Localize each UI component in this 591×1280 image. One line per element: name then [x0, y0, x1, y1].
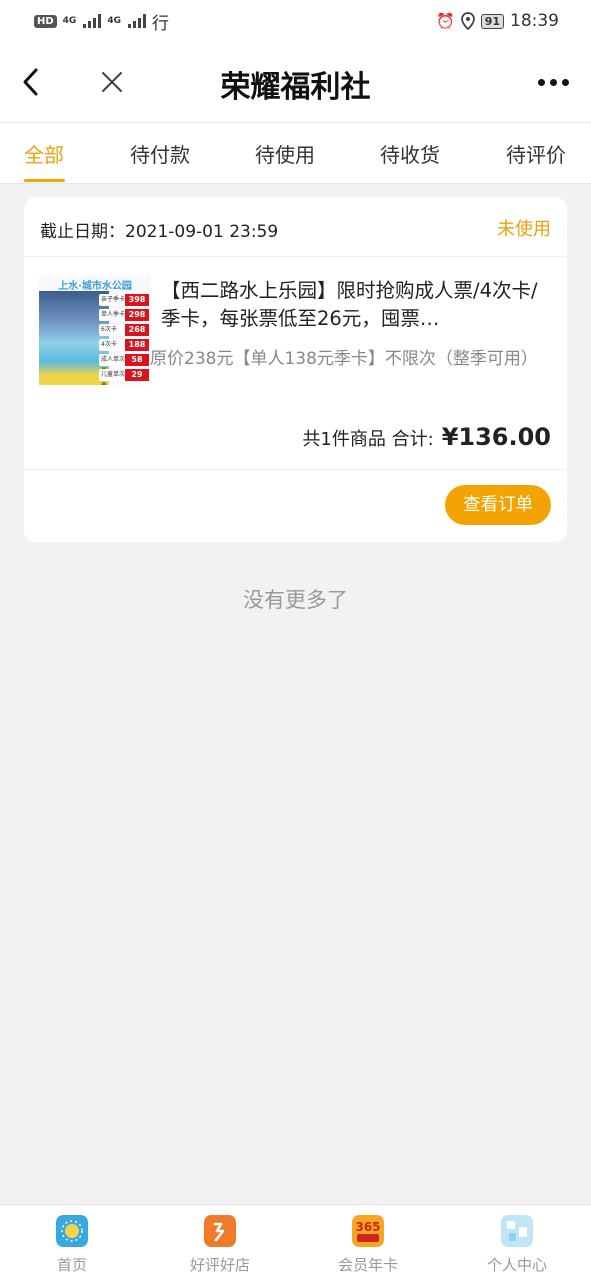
- more-dot-icon: [537, 78, 545, 86]
- bottom-nav: 首页 好评好店 365 会员年卡 个人中心: [0, 1204, 591, 1280]
- shop-icon: [204, 1215, 236, 1247]
- item-count-text: 共1件商品 合计:: [302, 429, 434, 450]
- divider: [24, 469, 567, 470]
- carrier-label: 行: [151, 13, 169, 34]
- bottom-nav-label: 好评好店: [189, 1256, 250, 1274]
- thumbnail-price-row: 4次卡 188: [99, 339, 149, 351]
- active-tab-indicator: [24, 179, 65, 182]
- product-title[interactable]: 【西二路水上乐园】限时抢购成人票/4次卡/季卡，每张票低至26元，囤票…: [161, 277, 553, 333]
- nav-bar: 荣耀福利社: [0, 42, 591, 122]
- more-dot-icon: [561, 78, 569, 86]
- user-center-icon: [501, 1215, 533, 1247]
- more-button[interactable]: [533, 64, 573, 100]
- bottom-nav-shop[interactable]: 好评好店: [150, 1205, 290, 1280]
- order-card[interactable]: 截止日期：2021-09-01 23:59 未使用 上水·城市水公园 亲子季卡 3…: [24, 197, 567, 542]
- location-icon: [460, 12, 475, 30]
- tab-all[interactable]: 全部: [24, 139, 64, 168]
- product-thumbnail[interactable]: 上水·城市水公园 亲子季卡 398 单人季卡 298 6次卡 268 4次卡 188 成…: [39, 275, 151, 385]
- signal-icon: [83, 14, 102, 28]
- page-title: 荣耀福利社: [220, 70, 371, 105]
- bottom-nav-vip-card[interactable]: 365 会员年卡: [298, 1205, 438, 1280]
- battery-icon: 91: [480, 13, 504, 29]
- thumbnail-title: 上水·城市水公园: [58, 281, 132, 292]
- signal-icon-2: [127, 14, 146, 28]
- hd-badge: HD: [34, 14, 57, 28]
- status-bar: HD 4G 4G 行 ⏰ 91 18:39: [0, 0, 591, 42]
- bottom-nav-label: 个人中心: [486, 1256, 547, 1274]
- order-status-badge: 未使用: [497, 219, 551, 240]
- bottom-nav-label: 会员年卡: [337, 1256, 398, 1274]
- tab-pending-review[interactable]: 待评价: [506, 139, 566, 168]
- order-summary: 共1件商品 合计: ¥136.00: [302, 423, 551, 451]
- clock: 18:39: [510, 11, 559, 31]
- order-card-header: 截止日期：2021-09-01 23:59 未使用: [24, 197, 567, 257]
- more-dot-icon: [549, 78, 557, 86]
- order-tabs: 全部 待付款 待使用 待收货 待评价: [0, 122, 591, 184]
- tab-pending-payment[interactable]: 待付款: [130, 139, 190, 168]
- product-description: 原价238元【单人138元季卡】不限次（整季可用）: [150, 349, 538, 369]
- alarm-icon: ⏰: [436, 12, 455, 30]
- thumbnail-price-row: 单人季卡 298: [99, 309, 149, 321]
- thumbnail-price-row: 儿童单次票29: [99, 369, 149, 385]
- bottom-nav-home[interactable]: 首页: [2, 1205, 142, 1280]
- thumbnail-price-row: 成人单次票58: [99, 354, 149, 375]
- bottom-nav-label: 首页: [56, 1256, 87, 1274]
- network-type-label: 4G: [62, 15, 77, 26]
- no-more-text: 没有更多了: [243, 588, 348, 612]
- home-icon: [56, 1215, 88, 1247]
- svg-text:365: 365: [355, 1220, 380, 1234]
- status-right: ⏰ 91 18:39: [436, 11, 559, 31]
- view-order-button[interactable]: 查看订单: [445, 485, 551, 525]
- tab-pending-receipt[interactable]: 待收货: [380, 139, 440, 168]
- bottom-nav-user-center[interactable]: 个人中心: [447, 1205, 587, 1280]
- order-total: ¥136.00: [441, 423, 551, 451]
- network-type-label-2: 4G: [107, 15, 121, 26]
- vip-card-icon: 365: [352, 1215, 384, 1247]
- thumbnail-price-row: 亲子季卡 398: [99, 294, 149, 306]
- tab-pending-use[interactable]: 待使用: [255, 139, 315, 168]
- thumbnail-price-row: 6次卡 268: [99, 324, 149, 336]
- status-left: HD 4G 4G 行: [34, 9, 169, 34]
- deadline-text: 截止日期：2021-09-01 23:59: [40, 222, 279, 242]
